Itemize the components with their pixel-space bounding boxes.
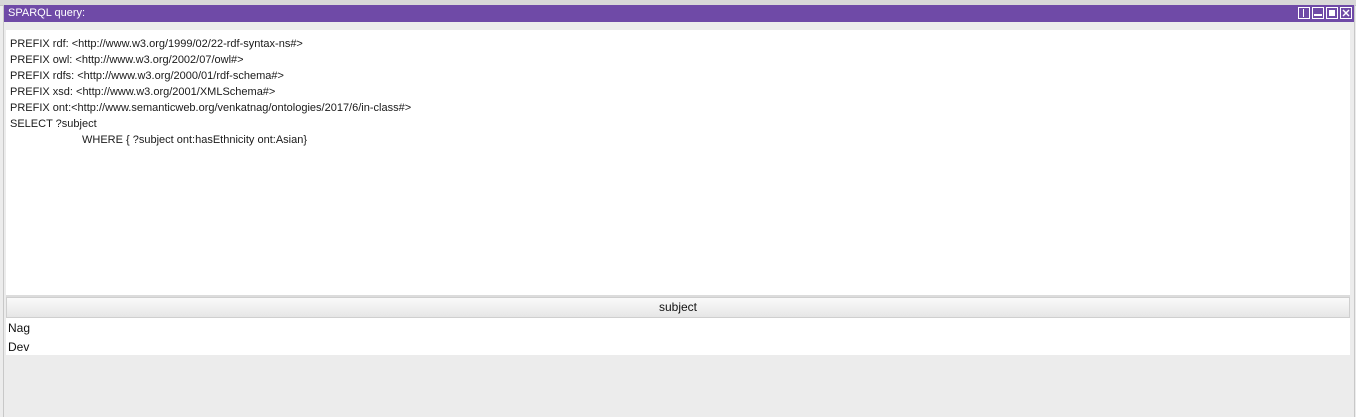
minimize-icon[interactable] <box>1312 7 1324 19</box>
column-header-subject[interactable]: subject <box>6 297 1350 318</box>
panel-titlebar: SPARQL query: <box>4 5 1354 22</box>
query-editor[interactable]: PREFIX rdf: <http://www.w3.org/1999/02/2… <box>6 30 1350 295</box>
table-row[interactable]: Nag <box>6 319 1350 338</box>
results-table: subject Nag Dev <box>6 297 1350 355</box>
query-line: PREFIX owl: <http://www.w3.org/2002/07/o… <box>10 54 244 66</box>
query-line: PREFIX xsd: <http://www.w3.org/2001/XMLS… <box>10 86 276 98</box>
query-line: SELECT ?subject <box>10 118 97 130</box>
maximize-icon[interactable] <box>1326 7 1338 19</box>
split-view-icon[interactable] <box>1298 7 1310 19</box>
sparql-query-panel: SPARQL query: PREFIX rdf: <http://www.w3… <box>3 5 1355 417</box>
query-line: PREFIX ont:<http://www.semanticweb.org/v… <box>10 102 412 114</box>
window-controls <box>1298 7 1352 20</box>
query-line: PREFIX rdfs: <http://www.w3.org/2000/01/… <box>10 70 284 82</box>
query-line: PREFIX rdf: <http://www.w3.org/1999/02/2… <box>10 38 303 50</box>
panel-title: SPARQL query: <box>8 7 86 19</box>
results-rows: Nag Dev <box>6 319 1350 357</box>
query-line: WHERE { ?subject ont:hasEthnicity ont:As… <box>82 134 308 146</box>
close-icon[interactable] <box>1340 7 1352 19</box>
table-row[interactable]: Dev <box>6 338 1350 357</box>
